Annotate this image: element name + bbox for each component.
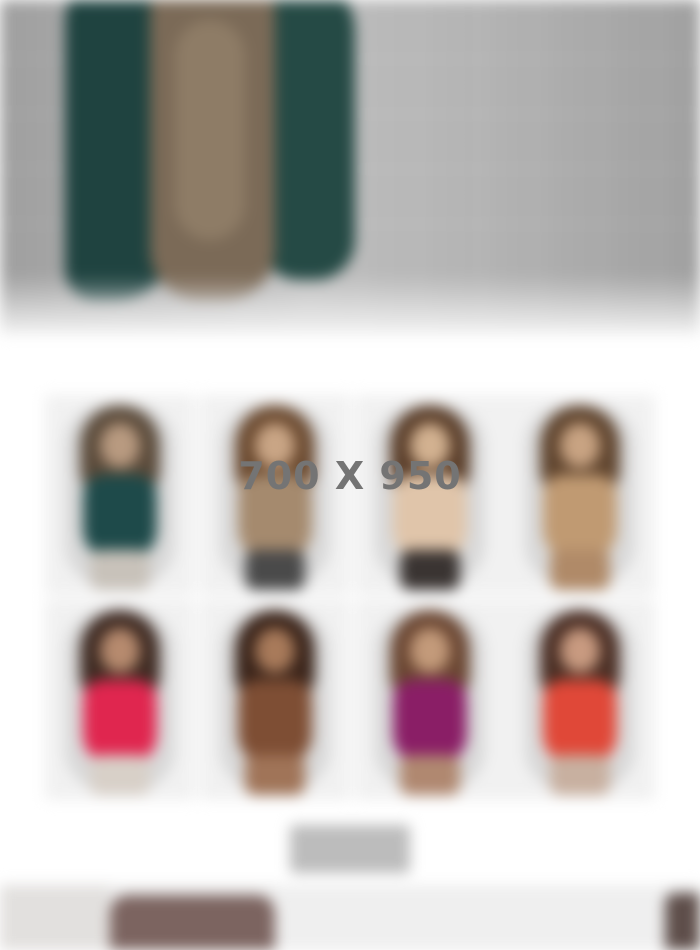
- model-face: [100, 628, 140, 673]
- model-face: [410, 628, 450, 673]
- hero-shade: [175, 20, 245, 240]
- model-legs: [550, 550, 610, 590]
- model-legs: [245, 755, 305, 795]
- model-legs: [400, 550, 460, 590]
- model-garment: [393, 680, 467, 765]
- product-card-model-coral[interactable]: [505, 600, 655, 800]
- model-legs: [245, 550, 305, 590]
- bottom-banner-model: [110, 895, 275, 950]
- model-face: [255, 628, 295, 673]
- model-legs: [90, 755, 150, 795]
- product-card-model-brown[interactable]: [200, 600, 350, 800]
- product-card-model-red[interactable]: [45, 600, 195, 800]
- placeholder-dimensions-label: 700 X 950: [238, 454, 462, 498]
- view-all-button[interactable]: [290, 825, 410, 873]
- bottom-banner-panel-1: [0, 885, 110, 950]
- hero-fade: [0, 275, 700, 335]
- model-garment: [238, 680, 312, 765]
- model-garment: [543, 680, 617, 765]
- bottom-banner[interactable]: [0, 885, 700, 950]
- section-title: [255, 362, 445, 386]
- product-card-model-purple[interactable]: [355, 600, 505, 800]
- hero-banner[interactable]: [0, 0, 700, 335]
- model-face: [560, 628, 600, 673]
- model-legs: [400, 755, 460, 795]
- model-legs: [90, 550, 150, 590]
- bottom-banner-panel-2: [275, 885, 665, 950]
- model-garment: [83, 680, 157, 765]
- model-legs: [550, 755, 610, 795]
- bottom-banner-model-2: [665, 893, 700, 950]
